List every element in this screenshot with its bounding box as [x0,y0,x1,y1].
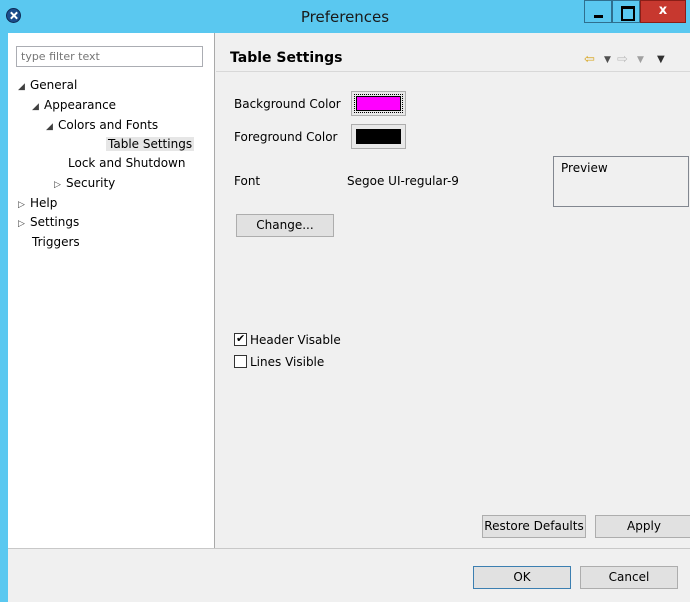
tree-item-security[interactable]: ▷ Security [54,174,115,192]
preference-tree-panel: ◢General ◢Appearance ◢Colors and Fonts T… [8,33,215,548]
header-visible-label: Header Visable [250,333,341,347]
foreground-color-button[interactable] [351,124,406,149]
close-button[interactable]: x [640,0,686,23]
tree-item-label: Security [66,176,116,190]
header-visible-checkbox[interactable] [234,331,247,347]
tree-item-lock-and-shutdown[interactable]: Lock and Shutdown [68,154,185,172]
preview-label: Preview [561,161,608,175]
expand-arrow-icon[interactable]: ▷ [18,196,30,214]
background-color-button[interactable] [351,91,406,116]
dialog-client: ◢General ◢Appearance ◢Colors and Fonts T… [8,33,690,602]
tree-item-label: Help [30,196,58,210]
expand-arrow-icon[interactable]: ▷ [18,215,30,233]
page-title: Table Settings [230,50,343,66]
tree-item-label: Appearance [44,98,117,112]
font-label: Font [234,174,261,188]
tree-item-settings[interactable]: ▷ Settings [18,213,79,231]
expand-arrow-icon[interactable]: ◢ [18,78,30,96]
change-font-button[interactable]: Change... [236,214,334,237]
page-header: Table Settings ⇦ ▼ ⇨ ▼ ▼ [216,42,690,72]
preferences-window: Preferences x ◢General ◢Appearance ◢Colo… [0,0,690,602]
lines-visible-option[interactable]: Lines Visible [234,354,324,370]
minimize-button[interactable] [584,0,612,23]
ok-button[interactable]: OK [473,566,571,589]
restore-defaults-button[interactable]: Restore Defaults [482,515,586,538]
title-bar[interactable]: Preferences x [0,0,690,33]
maximize-button[interactable] [612,0,640,23]
tree-item-label: Colors and Fonts [58,118,159,132]
tree-item-label: Settings [30,215,80,229]
tree-item-appearance[interactable]: ◢ Appearance [32,96,116,114]
preview-box: Preview [553,156,689,207]
tree-item-label: General [30,78,78,92]
tree-item-table-settings[interactable]: Table Settings [106,135,195,153]
view-menu-icon[interactable]: ▼ [657,54,665,65]
forward-history-dropdown-icon[interactable]: ▼ [637,55,644,65]
filter-input[interactable] [16,46,203,67]
forward-arrow-icon[interactable]: ⇨ [617,52,628,67]
dialog-button-bar: OK Cancel [8,548,690,602]
cancel-button[interactable]: Cancel [580,566,678,589]
foreground-color-label: Foreground Color [234,130,338,144]
background-color-label: Background Color [234,97,341,111]
lines-visible-checkbox[interactable] [234,355,247,368]
expand-arrow-icon[interactable]: ▷ [54,176,66,194]
close-icon: x [658,3,668,18]
font-value: Segoe UI-regular-9 [347,174,459,188]
settings-page: Table Settings ⇦ ▼ ⇨ ▼ ▼ Background Colo… [216,33,690,548]
tree-item-label: Table Settings [106,137,195,151]
expand-arrow-icon[interactable]: ◢ [46,118,58,136]
background-color-swatch [354,94,403,113]
lines-visible-label: Lines Visible [250,355,325,369]
tree-item-help[interactable]: ▷ Help [18,194,57,212]
tree-item-general[interactable]: ◢ General [18,76,77,94]
foreground-color-swatch [356,129,401,144]
tree-item-label: Lock and Shutdown [68,156,186,170]
back-history-dropdown-icon[interactable]: ▼ [604,55,611,65]
back-arrow-icon[interactable]: ⇦ [584,52,595,67]
tree-item-colors-and-fonts[interactable]: ◢ Colors and Fonts [46,116,158,134]
expand-arrow-icon[interactable]: ◢ [32,98,44,116]
tree-item-label: Triggers [32,235,80,249]
tree-item-triggers[interactable]: Triggers [32,233,80,251]
apply-button[interactable]: Apply [595,515,690,538]
header-visible-option[interactable]: Header Visable [234,331,341,348]
